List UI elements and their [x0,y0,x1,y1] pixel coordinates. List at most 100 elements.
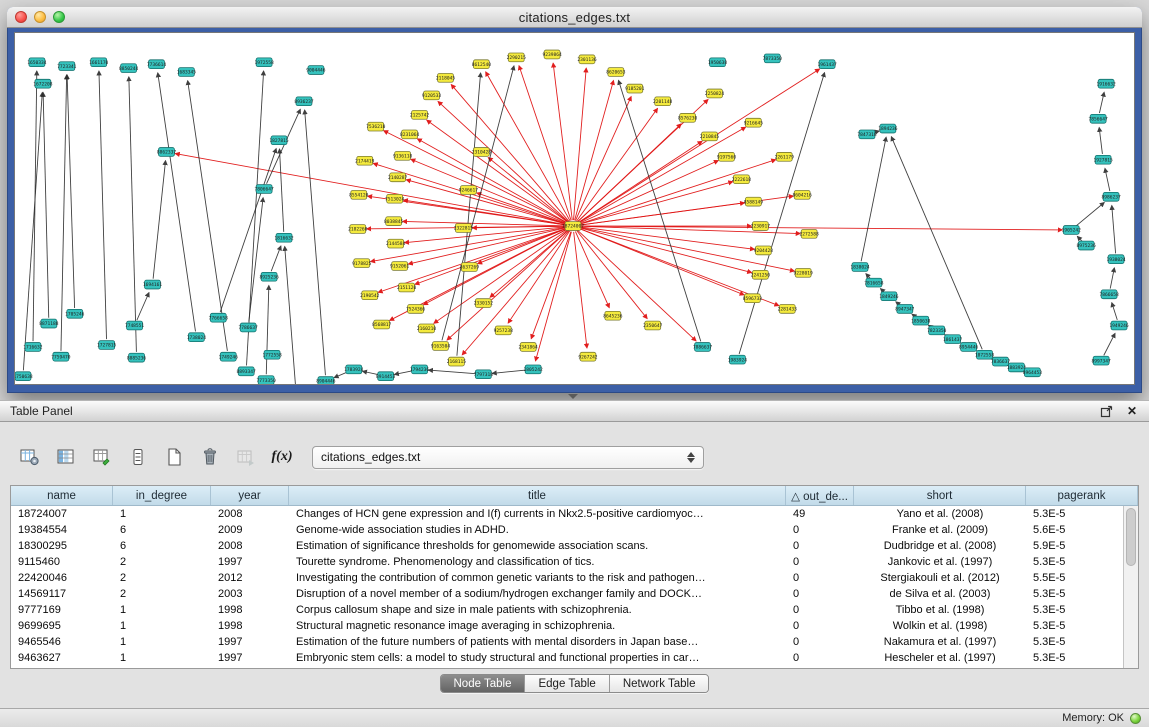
graph-node[interactable]: 1661170 [89,58,109,67]
graph-node[interactable]: 2330152 [474,299,494,308]
column-header-in_degree[interactable]: in_degree [113,486,211,505]
graph-node[interactable]: 7797318 [474,370,494,379]
table-row[interactable]: 977716911998Corpus callosum shape and si… [11,602,1123,618]
graph-node[interactable]: 7836637 [991,357,1011,366]
graph-node[interactable]: 7806647 [254,185,274,194]
graph-node[interactable]: 1827815 [269,136,289,145]
graph-node[interactable]: 2310428 [472,148,492,157]
graph-node[interactable]: 8231064 [400,130,420,139]
graph-node[interactable]: 9185201 [625,84,645,93]
graph-node[interactable]: 7866658 [1099,290,1119,299]
graph-node[interactable]: 2151120 [397,283,417,292]
zoom-window-button[interactable] [53,11,65,23]
graph-node[interactable]: 8568817 [372,320,392,329]
graph-node[interactable]: 2290215 [507,53,527,62]
show-columns-button[interactable] [52,444,80,470]
graph-node[interactable]: 1905242 [1062,226,1082,235]
network-canvas[interactable]: 1872400721180459120533212574282310649136… [14,32,1135,385]
graph-node[interactable]: 8645236 [603,311,623,320]
graph-node[interactable]: 2125742 [410,111,430,120]
graph-node[interactable]: 2182260 [348,225,368,234]
graph-node[interactable]: 8997347 [1091,356,1111,365]
table-row[interactable]: 1938455462009Genome-wide association stu… [11,522,1123,538]
graph-node[interactable]: 9163504 [431,342,451,351]
column-header-short[interactable]: short [854,486,1026,505]
tab-node-table[interactable]: Node Table [441,675,526,692]
table-scrollbar[interactable] [1123,506,1138,668]
graph-node[interactable]: 7816658 [864,278,884,287]
graph-node[interactable]: 8986237 [1101,192,1121,201]
graph-node[interactable]: 9178825 [352,259,372,268]
graph-node[interactable]: 1727815 [97,341,117,350]
graph-node[interactable]: 2230917 [751,222,771,231]
graph-node[interactable]: 1950638 [708,58,728,67]
graph-node[interactable]: 7856647 [1089,114,1109,123]
graph-node[interactable]: 7536210 [366,122,386,131]
graph-node[interactable]: 2144584 [386,239,406,248]
table-settings-button[interactable] [16,444,44,470]
graph-node[interactable]: 8620653 [606,68,626,77]
graph-node[interactable]: 8850244 [119,64,139,73]
column-header-title[interactable]: title [289,486,786,505]
edit-table-button[interactable] [88,444,116,470]
graph-node[interactable]: 2261179 [775,152,795,161]
graph-node[interactable]: 8925236 [259,272,279,281]
function-builder-button[interactable]: f(x) [268,444,296,470]
graph-node[interactable]: 8954446 [959,343,979,352]
graph-node[interactable]: 1916632 [1096,79,1116,88]
graph-node[interactable]: 7513024 [385,194,405,203]
table-select-dropdown[interactable]: citations_edges.txt [312,446,704,469]
graph-node[interactable]: 1927815 [1093,155,1113,164]
minimize-window-button[interactable] [34,11,46,23]
graph-node[interactable]: 18724007 [562,222,584,231]
graph-node[interactable]: 1894236 [878,124,898,133]
graph-node[interactable]: 8947347 [895,305,915,314]
graph-node[interactable]: 1949246 [1109,321,1129,330]
close-panel-icon[interactable]: ✕ [1125,404,1139,418]
graph-node[interactable]: 8596733 [743,294,763,303]
graph-node[interactable]: 1849246 [879,292,899,301]
graph-node[interactable]: 8936237 [294,97,314,106]
graph-node[interactable]: 7736614 [147,60,167,69]
graph-node[interactable]: 7786637 [239,323,259,332]
graph-node[interactable]: 7524366 [406,305,426,314]
table-row[interactable]: 1872400712008Changes of HCN gene express… [11,506,1123,522]
graph-node[interactable]: 1783924 [344,365,364,374]
graph-node[interactable]: 2241250 [751,270,771,279]
column-header-out_de[interactable]: △ out_de... [786,486,854,505]
graph-node[interactable]: 2118045 [436,73,456,82]
graph-node[interactable]: 2322815 [454,224,474,233]
graph-node[interactable]: 8604216 [793,190,813,199]
graph-node[interactable]: 9239864 [542,50,562,59]
graph-node[interactable]: 1872558 [975,350,995,359]
row-options-button[interactable] [124,444,152,470]
graph-node[interactable]: 8588149 [744,197,764,206]
graph-node[interactable]: 9216645 [744,118,764,127]
graph-node[interactable]: 7823350 [927,326,947,335]
graph-node[interactable]: 2190542 [360,291,380,300]
column-header-pagerank[interactable]: pagerank [1026,486,1138,505]
graph-node[interactable]: 2168115 [447,357,467,366]
graph-node[interactable]: 1750638 [14,372,33,381]
graph-node[interactable]: 1749246 [219,352,239,361]
graph-node[interactable]: 1850638 [911,316,931,325]
graph-node[interactable]: 1861437 [943,335,963,344]
column-header-year[interactable]: year [211,486,289,505]
graph-node[interactable]: 8871188 [39,319,59,328]
graph-node[interactable]: 8862337 [157,148,177,157]
graph-node[interactable]: 1794236 [410,365,430,374]
table-row[interactable]: 1830029562008Estimation of significance … [11,538,1123,554]
table-row[interactable]: 946362711997Embryonic stem cells: a mode… [11,650,1123,666]
table-row[interactable]: 911546021997Tourette syndrome. Phenomeno… [11,554,1123,570]
graph-node[interactable]: 1838024 [850,263,870,272]
graph-node[interactable]: 9152061 [390,262,410,271]
graph-node[interactable]: 8576230 [678,113,698,122]
graph-node[interactable]: 1805242 [524,365,544,374]
graph-node[interactable]: 2222618 [732,175,752,184]
graph-node[interactable]: 8893347 [237,367,257,376]
graph-node[interactable]: 2140287 [388,173,408,182]
scrollbar-thumb[interactable] [1126,508,1136,566]
panel-resize-handle[interactable] [560,393,586,400]
graph-node[interactable]: 7723341 [57,62,77,71]
table-row[interactable]: 969969511998Structural magnetic resonanc… [11,618,1123,634]
